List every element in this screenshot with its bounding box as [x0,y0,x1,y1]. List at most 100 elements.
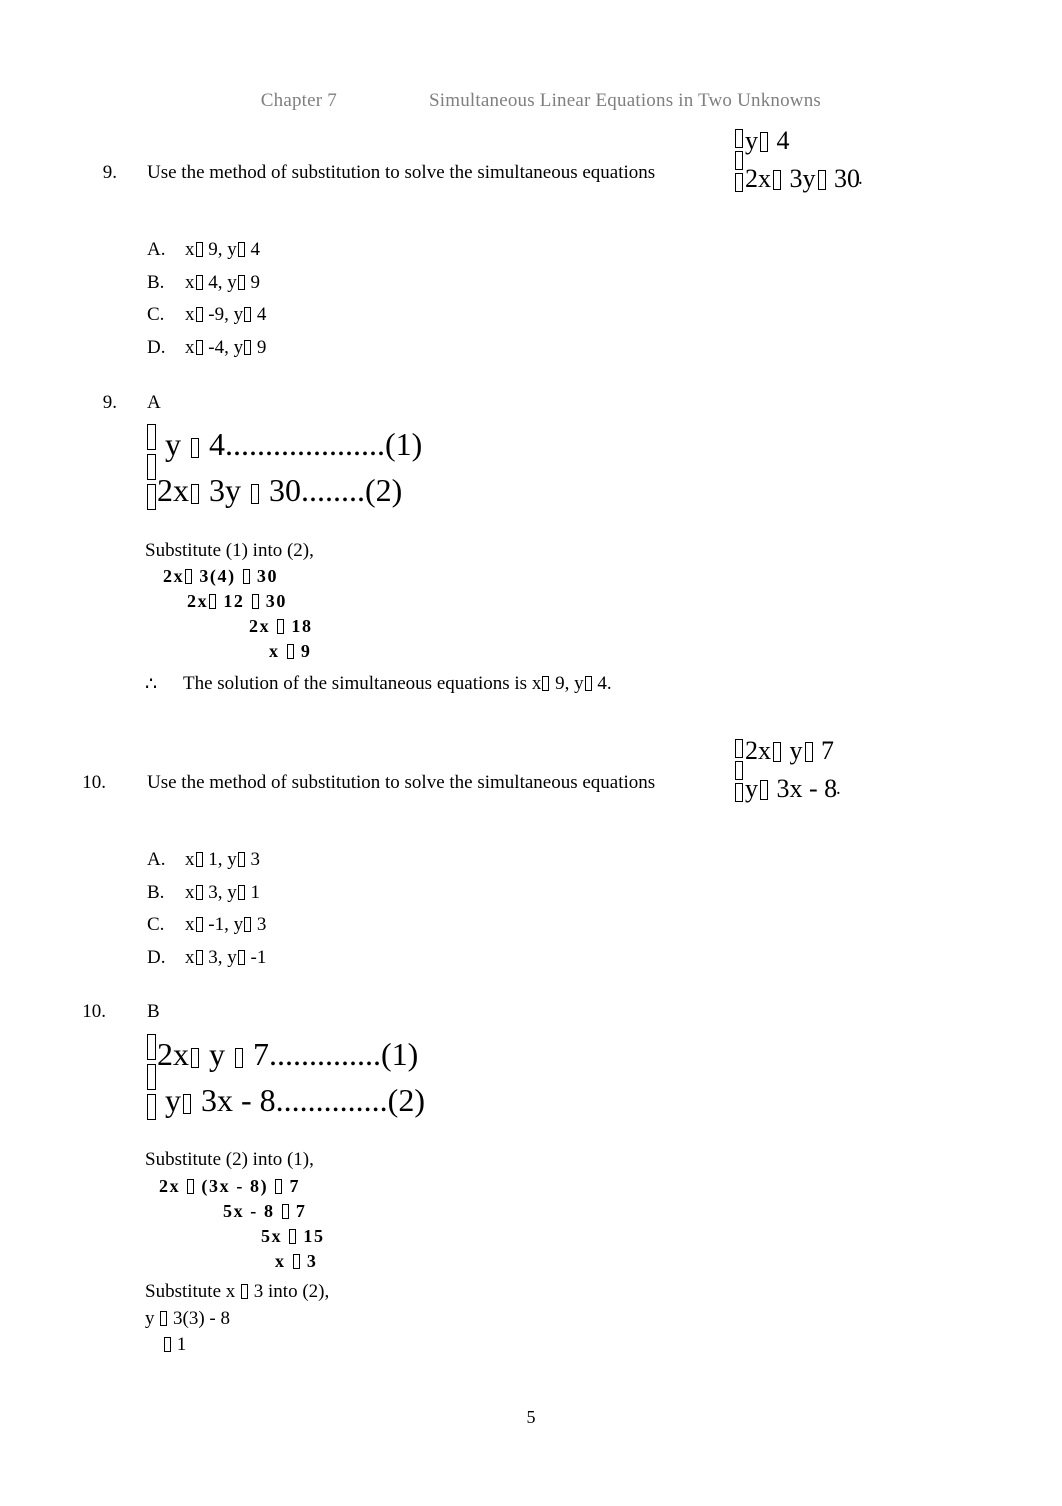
dot-leader: .............. [275,1082,388,1118]
final-term: 3(3) - 8 [173,1308,230,1329]
equation-line-2: 2x 3y 30........(2) [157,474,422,506]
eq-term: 30 [269,472,301,508]
step-term: 9 [300,641,312,661]
equals-glyph [292,1254,300,1269]
equals-glyph [584,676,592,691]
eq-term: y [745,126,758,155]
answer-10-step-2: 5x - 8 7 [223,1201,306,1222]
question-10-option-d-letter: D. [147,947,166,968]
equals-glyph [244,340,252,355]
equals-glyph [237,275,245,290]
equation-brace [735,738,743,802]
eq-term: 4 [776,126,790,155]
option-term: x [185,239,195,260]
equals-glyph [760,780,768,800]
answer-10-substitute-line: Substitute (2) into (1), [145,1149,314,1170]
equals-glyph [191,438,199,458]
option-term: 3 [256,914,267,935]
question-9-option-b[interactable]: x 4, y 9 [185,272,260,294]
answer-10-letter: B [147,1001,160,1022]
equals-glyph [235,1048,243,1068]
brace-glyph-bottom [147,1094,156,1120]
equation-line-1: y 4 [745,128,860,154]
question-10-option-d[interactable]: x 3, y -1 [185,947,266,969]
option-term: 3, y [208,947,237,968]
header-title: Simultaneous Linear Equations in Two Unk… [428,90,822,111]
equals-glyph [195,340,203,355]
brace-glyph-top [147,1034,156,1060]
option-term: x [185,849,195,870]
header-chapter: Chapter 7 [260,90,337,111]
therefore-symbol: ∴ [145,674,158,695]
step-term: 7 [295,1201,307,1221]
question-9-option-a[interactable]: x 9, y 4 [185,239,260,261]
equation-line-1: 2x y 7..............(1) [157,1038,425,1070]
step-term: 5x - 8 [223,1201,275,1221]
eq-term: 30 [834,164,860,193]
plus-glyph [191,1048,199,1068]
answer-10-final-1: y 3(3) - 8 [145,1308,230,1330]
equals-glyph [289,1229,297,1244]
answer-9-step-1: 2x 3(4) 30 [163,566,278,587]
conclusion-text: 9, y [555,673,584,694]
equation-lines: y 4....................(1) 2x 3y 30.....… [157,428,422,506]
equals-glyph [286,644,294,659]
question-10-option-b[interactable]: x 3, y 1 [185,882,260,904]
eq-term: 2x [745,736,771,765]
brace-glyph-bottom [147,484,156,510]
step-term: 2x [163,566,185,586]
question-10-stem: Use the method of substitution to solve … [147,772,656,793]
equals-glyph [160,1311,168,1326]
eq-term: 3x - 8 [201,1082,276,1118]
question-10-option-b-letter: B. [147,882,165,903]
option-term: 4 [250,239,261,260]
equals-glyph [195,852,203,867]
option-term: 9, y [208,239,237,260]
eq-term: y [789,736,803,765]
equals-glyph [195,885,203,900]
eq-term: y [209,1036,225,1072]
step-term: 3(4) [199,566,236,586]
equals-glyph [195,917,203,932]
equals-glyph [281,1204,289,1219]
option-term: 4 [256,304,267,325]
equation-label: (2) [387,1082,425,1118]
eq-term: 3x - 8 [776,774,838,803]
option-term: -1, y [208,914,244,935]
brace-glyph-middle [735,760,743,780]
equation-line-2: y 3x - 8 [745,776,837,802]
question-10-option-c[interactable]: x -1, y 3 [185,914,266,936]
step-term: x [275,1251,286,1271]
conclusion-text: 4. [597,673,612,694]
equals-glyph [164,1337,171,1352]
question-10-system: 2x y 7 y 3x - 8 [735,738,837,802]
question-9-option-b-letter: B. [147,272,165,293]
option-term: x [185,914,195,935]
option-term: -4, y [208,337,244,358]
question-10-option-a[interactable]: x 1, y 3 [185,849,260,871]
eq-term: 3y [789,164,816,193]
question-9-option-d[interactable]: x -4, y 9 [185,337,266,359]
equation-brace [735,128,743,192]
eq-term: 2x [745,164,771,193]
equation-line-2: 2x 3y 30 [745,166,860,192]
option-term: x [185,337,195,358]
equation-label: (1) [385,426,423,462]
brace-glyph-middle [147,454,156,480]
equals-glyph [244,307,252,322]
answer-9-substitute-line: Substitute (1) into (2), [145,540,314,561]
question-9-number: 9. [102,162,117,183]
eq-term: 7 [253,1036,269,1072]
equals-glyph [237,950,245,965]
option-term: 3, y [208,882,237,903]
question-9-option-c[interactable]: x -9, y 4 [185,304,266,326]
option-term: x [185,882,195,903]
equals-glyph [241,1284,249,1299]
eq-term: y [165,1082,181,1118]
equals-glyph [183,1094,191,1114]
equation-lines: 2x y 7 y 3x - 8 [745,738,837,802]
option-term: 1, y [208,849,237,870]
step-term: 5x [261,1226,283,1246]
answer-10-number: 10. [82,1001,106,1022]
option-term: -1 [250,947,267,968]
